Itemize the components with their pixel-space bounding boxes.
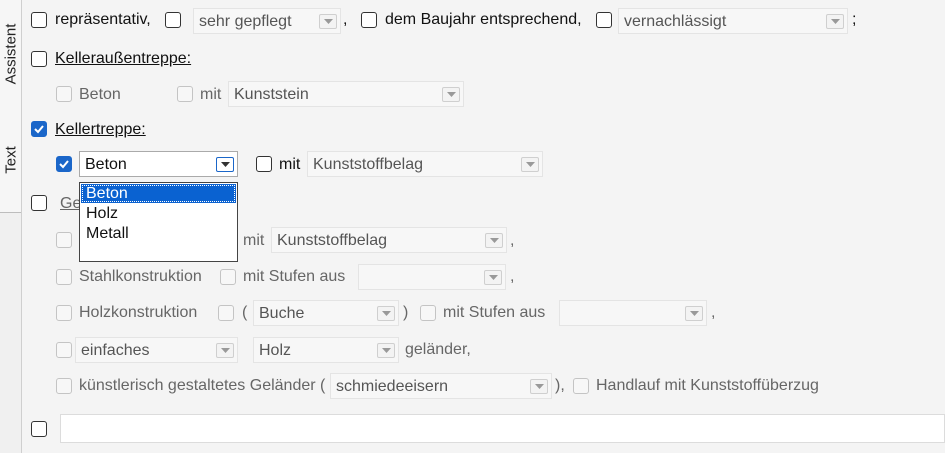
outer-stairs-heading[interactable]: Kelleraußentreppe: — [55, 49, 191, 69]
checkmark-icon — [34, 125, 44, 134]
dropdown-arrow-icon[interactable] — [216, 157, 234, 172]
representative-checkbox[interactable] — [31, 12, 47, 28]
dropdown-arrow-icon[interactable] — [826, 14, 844, 29]
handrail-checkbox[interactable] — [573, 378, 589, 394]
dropdown-arrow-icon[interactable] — [530, 379, 548, 394]
railing-type-combo[interactable]: einfaches — [75, 337, 238, 363]
cellar-stairs-with-label: mit — [279, 156, 301, 173]
dropdown-arrow-icon[interactable] — [216, 343, 234, 358]
care-combo[interactable]: sehr gepflegt — [193, 8, 341, 34]
artistic-railing-value: schmiedeeisern — [336, 378, 449, 395]
sidebar: Assistent Text — [0, 0, 22, 453]
cellar-stairs-surface-value: Kunststoffbelag — [313, 156, 424, 173]
wood-steps-label: mit Stufen aus — [443, 304, 546, 321]
dropdown-arrow-icon[interactable] — [442, 87, 460, 102]
wood-type-value: Buche — [259, 305, 305, 322]
artistic-close: ), — [555, 377, 565, 394]
dropdown-arrow-icon[interactable] — [319, 14, 337, 29]
handrail-label: Handlauf mit Kunststoffüberzug — [596, 377, 819, 394]
stairs-option-surface-value: Kunststoffbelag — [277, 232, 388, 249]
artistic-railing-checkbox[interactable] — [56, 378, 72, 394]
wood-label: Holzkonstruktion — [79, 304, 198, 321]
railing-material-combo[interactable]: Holz — [253, 337, 399, 363]
cellar-stairs-with-checkbox[interactable] — [256, 156, 272, 172]
outer-stairs-material-label: Beton — [79, 86, 121, 103]
checkmark-icon — [59, 160, 69, 169]
separator-comma: , — [711, 304, 716, 321]
cellar-stairs-surface-combo[interactable]: Kunststoffbelag — [307, 151, 543, 177]
wood-type-checkbox[interactable] — [218, 305, 234, 321]
outer-stairs-checkbox[interactable] — [31, 51, 47, 67]
outer-stairs-surface-combo[interactable]: Kunststein — [228, 81, 464, 107]
neglect-combo[interactable]: vernachlässigt — [618, 8, 848, 34]
steel-label: Stahlkonstruktion — [79, 268, 202, 285]
paren-open: ( — [242, 304, 248, 321]
railing-checkbox[interactable] — [56, 342, 72, 358]
dropdown-arrow-icon[interactable] — [485, 233, 503, 248]
steel-checkbox[interactable] — [56, 269, 72, 285]
artistic-railing-label: künstlerisch gestaltetes Geländer ( — [79, 377, 326, 394]
railing-type-value: einfaches — [81, 342, 150, 359]
free-text-checkbox[interactable] — [31, 421, 47, 437]
outer-stairs-surface-value: Kunststein — [234, 86, 309, 103]
stairs-option-checkbox[interactable] — [56, 232, 72, 248]
year-checkbox[interactable] — [361, 12, 377, 28]
wood-checkbox[interactable] — [56, 305, 72, 321]
dropdown-option-holz[interactable]: Holz — [81, 204, 236, 223]
steel-steps-label: mit Stufen aus — [243, 268, 346, 285]
care-checkbox[interactable] — [165, 12, 181, 28]
care-combo-value: sehr gepflegt — [199, 13, 292, 30]
neglect-combo-value: vernachlässigt — [624, 13, 727, 30]
railing-material-value: Holz — [259, 342, 292, 359]
cellar-stairs-checkbox[interactable] — [31, 121, 47, 137]
dropdown-arrow-icon[interactable] — [377, 306, 395, 321]
tab-assistent[interactable]: Assistent — [0, 0, 21, 109]
dropdown-arrow-icon[interactable] — [521, 157, 539, 172]
tab-assistent-label: Assistent — [2, 23, 19, 85]
material-dropdown-list: Beton Holz Metall — [79, 182, 238, 262]
stairs-option-with-label: mit — [243, 232, 265, 249]
separator-comma: , — [510, 232, 515, 249]
cellar-stairs-material-checkbox[interactable] — [56, 156, 72, 172]
year-label: dem Baujahr entsprechend, — [385, 11, 582, 28]
stairs-option-surface-combo[interactable]: Kunststoffbelag — [271, 227, 507, 253]
cellar-stairs-material-combo[interactable]: Beton — [79, 151, 238, 177]
separator-comma: , — [343, 11, 348, 28]
wood-steps-checkbox[interactable] — [420, 305, 436, 321]
steel-steps-combo[interactable] — [358, 264, 506, 290]
building-stairs-checkbox[interactable] — [31, 195, 47, 211]
dropdown-arrow-icon[interactable] — [377, 343, 395, 358]
wood-steps-combo[interactable] — [559, 300, 707, 326]
outer-stairs-with-checkbox[interactable] — [177, 86, 193, 102]
dropdown-option-metall[interactable]: Metall — [81, 224, 236, 243]
neglect-checkbox[interactable] — [596, 12, 612, 28]
paren-close: ) — [403, 304, 409, 321]
representative-label: repräsentativ, — [55, 11, 151, 28]
tab-text[interactable]: Text — [0, 108, 21, 213]
cellar-stairs-material-value: Beton — [85, 156, 127, 173]
dropdown-arrow-icon[interactable] — [685, 306, 703, 321]
railing-suffix-label: geländer, — [405, 341, 471, 358]
outer-stairs-material-checkbox[interactable] — [56, 86, 72, 102]
tab-text-label: Text — [2, 146, 19, 174]
outer-stairs-with-label: mit — [200, 86, 222, 103]
artistic-railing-combo[interactable]: schmiedeeisern — [330, 373, 552, 399]
dropdown-arrow-icon[interactable] — [484, 270, 502, 285]
dropdown-option-beton[interactable]: Beton — [81, 184, 236, 203]
separator-semicolon: ; — [852, 11, 857, 28]
wood-type-combo[interactable]: Buche — [253, 300, 399, 326]
free-text-combo[interactable] — [60, 414, 945, 443]
separator-comma: , — [510, 268, 515, 285]
cellar-stairs-heading[interactable]: Kellertreppe: — [55, 120, 146, 140]
steel-steps-checkbox[interactable] — [220, 269, 236, 285]
